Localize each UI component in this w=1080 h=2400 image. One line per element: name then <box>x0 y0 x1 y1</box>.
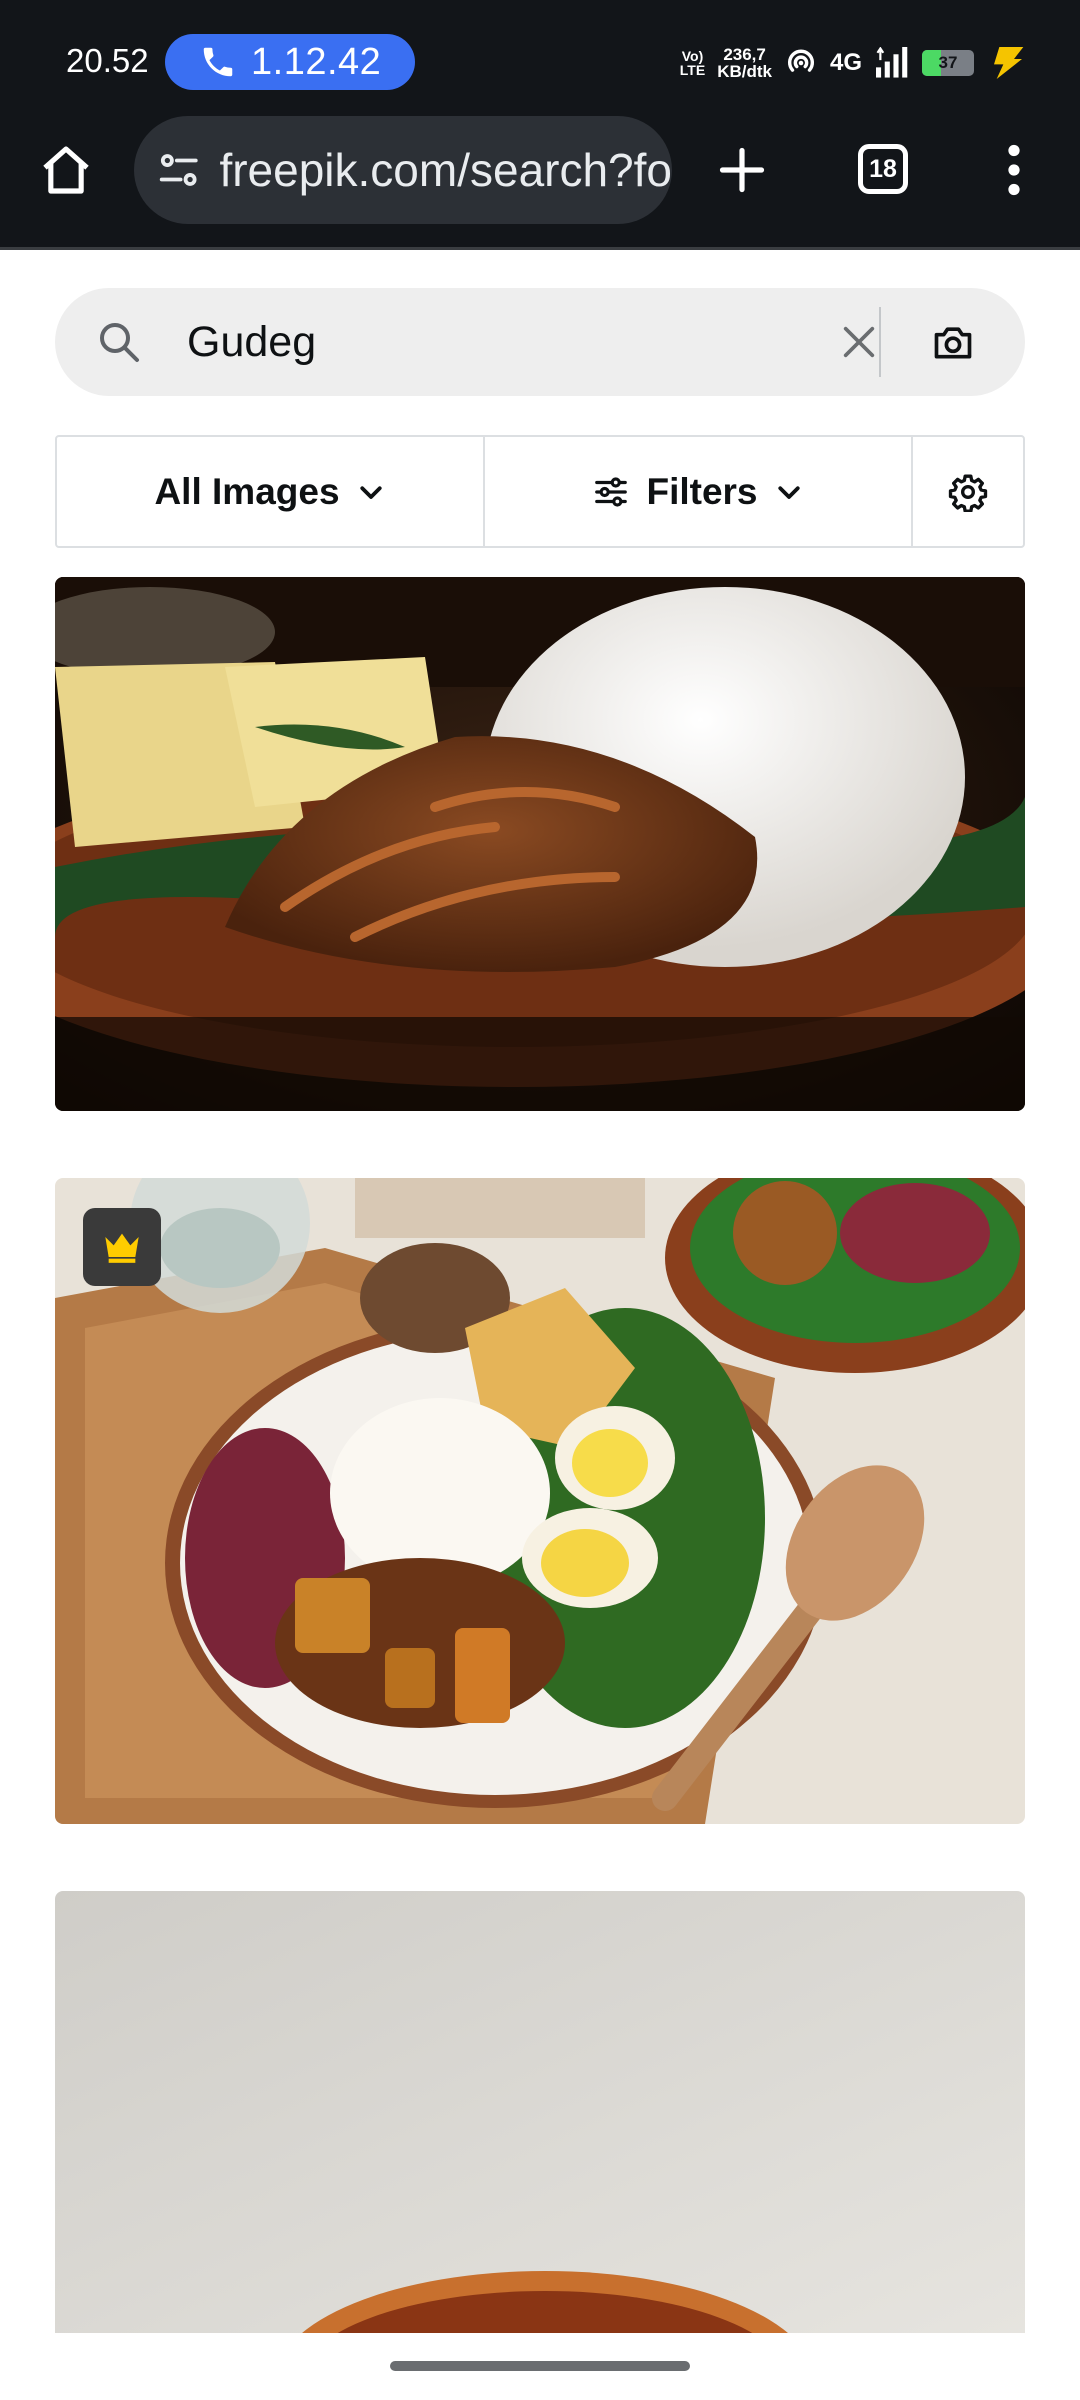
address-bar[interactable]: freepik.com/search?fo <box>134 116 672 224</box>
search-icon <box>100 323 139 362</box>
clear-search-button[interactable] <box>835 318 883 366</box>
food-photo <box>55 1891 1025 2333</box>
network-speed-unit: KB/dtk <box>717 62 772 81</box>
sliders-icon <box>595 476 628 507</box>
all-images-label: All Images <box>154 470 340 512</box>
charging-bolt-icon <box>994 47 1024 79</box>
search-divider <box>879 307 881 377</box>
overflow-menu-icon[interactable] <box>994 140 1034 200</box>
battery-icon: 37 <box>922 50 974 76</box>
image-search-button[interactable] <box>927 316 979 368</box>
camera-icon <box>934 327 972 359</box>
new-tab-button[interactable] <box>710 138 774 202</box>
browser-toolbar: freepik.com/search?fo 18 <box>0 110 1080 250</box>
food-photo <box>55 1178 1025 1824</box>
network-speed-value: 236,7 <box>723 45 766 64</box>
search-input[interactable] <box>187 310 807 374</box>
status-time: 20.52 <box>66 42 149 79</box>
volte-indicator: Vo) LTE <box>680 49 705 77</box>
search-box <box>55 288 1025 396</box>
settings-gear-icon <box>948 474 988 512</box>
filter-row: All Images Filters <box>55 435 1025 548</box>
status-bar: 20.52 1.12.42 Vo) LTE 236,7 KB/dtk 4G 37 <box>0 0 1080 110</box>
ongoing-call-chip[interactable]: 1.12.42 <box>165 34 415 90</box>
call-timer: 1.12.42 <box>251 40 382 83</box>
lte-label: LTE <box>679 62 706 78</box>
result-image[interactable] <box>55 1178 1025 1824</box>
status-icons: Vo) LTE 236,7 KB/dtk 4G 37 <box>680 40 1026 86</box>
result-image[interactable] <box>55 577 1025 1111</box>
filters-dropdown[interactable]: Filters <box>485 437 913 546</box>
clear-icon <box>843 326 875 358</box>
new-tab-plus-icon <box>719 147 765 193</box>
volte-label: Vo) <box>681 48 704 64</box>
home-icon <box>43 146 89 194</box>
phone-icon <box>203 47 233 77</box>
hotspot-icon <box>787 49 815 72</box>
site-info-icon[interactable] <box>156 146 201 194</box>
network-type: 4G <box>829 49 862 76</box>
premium-badge <box>83 1208 161 1286</box>
network-speed: 236,7 KB/dtk <box>717 46 772 80</box>
food-photo <box>55 577 1025 1111</box>
home-indicator[interactable] <box>390 2361 690 2371</box>
chevron-down-icon <box>777 485 800 499</box>
view-settings-button[interactable] <box>913 437 1023 546</box>
all-images-dropdown[interactable]: All Images <box>57 437 485 546</box>
filters-label: Filters <box>646 470 758 512</box>
battery-level: 37 <box>938 53 958 72</box>
url-text[interactable]: freepik.com/search?fo <box>219 143 672 197</box>
chevron-down-icon <box>359 485 382 499</box>
tab-switcher-icon[interactable]: 18 <box>858 144 908 194</box>
signal-icon <box>876 47 908 78</box>
home-button[interactable] <box>36 140 96 200</box>
result-image[interactable] <box>55 1891 1025 2333</box>
crown-icon <box>105 1233 139 1263</box>
